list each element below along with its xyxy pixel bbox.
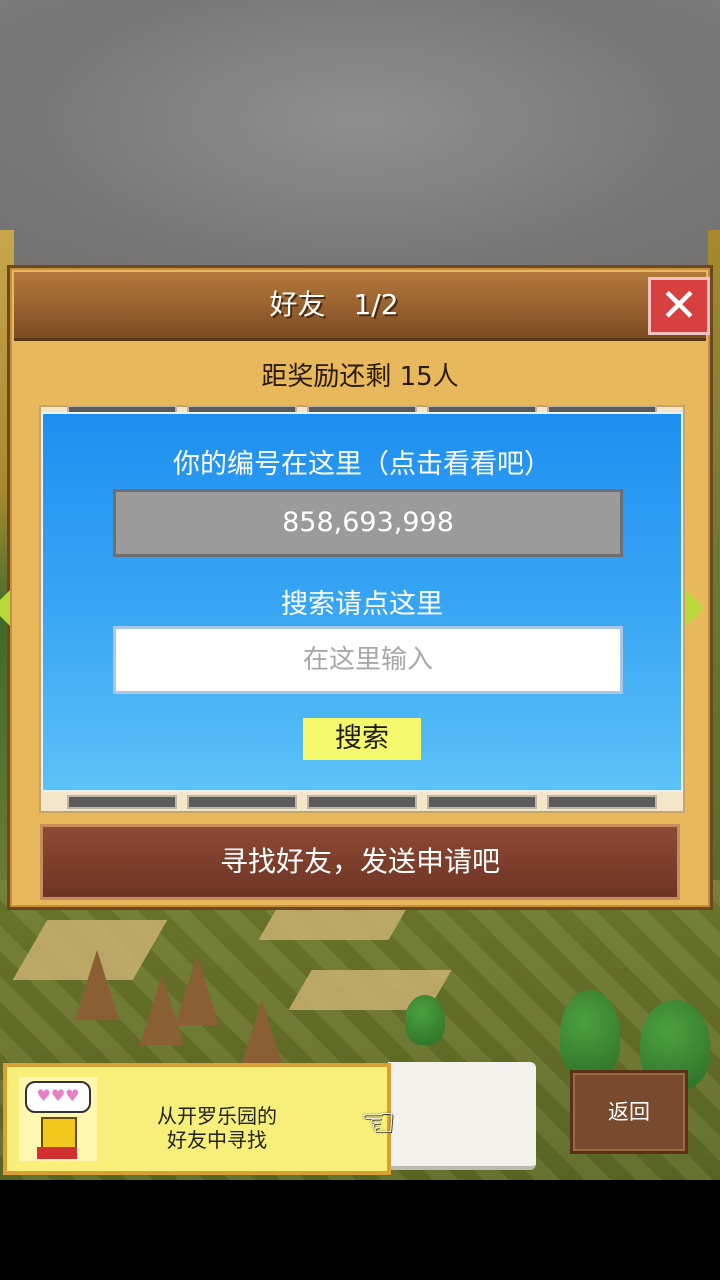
character-body-icon — [37, 1147, 77, 1159]
rock-hill — [175, 955, 219, 1025]
my-id-label: 你的编号在这里（点击看看吧） — [173, 449, 551, 480]
rock-hill — [240, 1000, 284, 1070]
bottom-bar — [0, 1180, 720, 1280]
friends-dialog: 好友 1/2 ✕ 距奖励还剩 15人 你的编号在这里（点击看看吧） 858,69… — [0, 265, 713, 910]
arrow-left-icon[interactable] — [0, 590, 10, 626]
reward-remaining-text: 距奖励还剩 15人 — [261, 362, 459, 392]
card-tab — [547, 795, 657, 809]
character-face-icon — [41, 1117, 77, 1151]
search-button[interactable]: 搜索 — [303, 718, 421, 760]
tip-text-line2: 好友中寻找 — [167, 1128, 267, 1152]
search-input[interactable]: 在这里输入 — [113, 626, 623, 694]
tip-box[interactable]: ♥♥♥ 从开罗乐园的 好友中寻找 — [3, 1063, 391, 1175]
card-tab — [307, 795, 417, 809]
friend-id-card: 你的编号在这里（点击看看吧） 858,693,998 搜索请点这里 在这里输入 … — [41, 412, 683, 792]
game-screen: 好友 1/2 ✕ 距奖励还剩 15人 你的编号在这里（点击看看吧） 858,69… — [0, 0, 720, 1280]
search-label: 搜索请点这里 — [281, 589, 443, 620]
card-tab — [67, 795, 177, 809]
dialog-title: 好友 1/2 — [269, 288, 399, 321]
my-id-value[interactable]: 858,693,998 — [113, 489, 623, 557]
find-friend-button[interactable]: 寻找好友，发送申请吧 — [40, 824, 680, 900]
close-icon: ✕ — [659, 278, 699, 332]
pointing-hand-icon: ☜ — [360, 1100, 396, 1146]
card-tab — [187, 795, 297, 809]
heart-bubble: ♥♥♥ — [25, 1081, 91, 1113]
card-tab — [427, 795, 537, 809]
back-button[interactable]: 返回 — [570, 1070, 688, 1154]
tree — [405, 995, 445, 1045]
avatar: ♥♥♥ — [19, 1077, 97, 1161]
close-button[interactable]: ✕ — [648, 277, 710, 335]
tree — [560, 990, 620, 1080]
dialog-title-bar: 好友 1/2 ✕ — [14, 272, 710, 341]
rock-hill — [75, 950, 119, 1020]
arrow-right-icon[interactable] — [686, 590, 704, 626]
